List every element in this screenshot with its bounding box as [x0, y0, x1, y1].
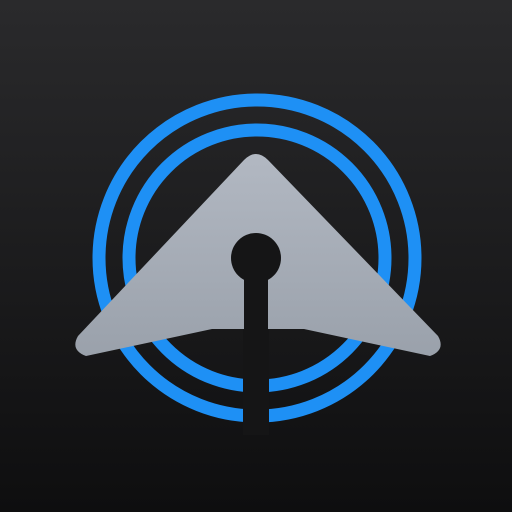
app-icon	[0, 0, 512, 512]
app-icon-graphic	[0, 0, 512, 512]
stem-slot-icon	[244, 272, 268, 430]
